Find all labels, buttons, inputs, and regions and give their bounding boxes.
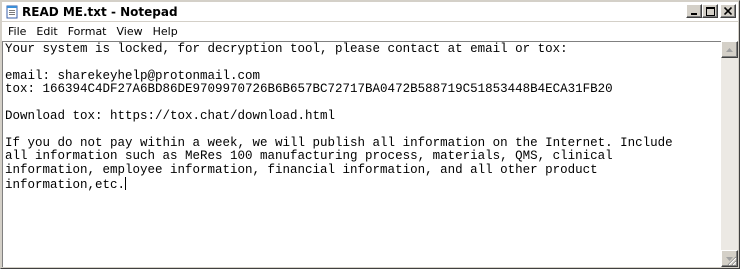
text-caret — [125, 177, 127, 191]
minimize-icon — [691, 12, 697, 15]
scroll-up-button[interactable] — [721, 41, 738, 58]
menu-format[interactable]: Format — [63, 24, 112, 40]
close-button[interactable] — [720, 4, 736, 18]
document-text[interactable]: Your system is locked, for decryption to… — [5, 42, 673, 193]
menu-edit[interactable]: Edit — [31, 24, 62, 40]
maximize-icon — [705, 6, 715, 16]
close-icon — [724, 7, 732, 15]
window-controls — [686, 4, 736, 18]
notepad-icon — [5, 5, 19, 19]
document-body: Your system is locked, for decryption to… — [5, 42, 673, 193]
arrow-up-icon — [726, 47, 733, 52]
text-editor[interactable]: Your system is locked, for decryption to… — [2, 41, 721, 267]
vertical-scrollbar[interactable] — [721, 41, 738, 267]
menu-view[interactable]: View — [112, 24, 148, 40]
menu-file[interactable]: File — [3, 24, 31, 40]
title-bar[interactable]: READ ME.txt - Notepad — [2, 2, 738, 21]
notepad-window: READ ME.txt - Notepad File Edit Format V… — [0, 0, 740, 269]
minimize-button[interactable] — [686, 4, 702, 18]
window-title: READ ME.txt - Notepad — [22, 4, 178, 19]
resize-grip-icon[interactable] — [725, 254, 737, 266]
menu-bar: File Edit Format View Help — [2, 22, 738, 42]
menu-help[interactable]: Help — [148, 24, 183, 40]
maximize-button[interactable] — [702, 4, 718, 18]
